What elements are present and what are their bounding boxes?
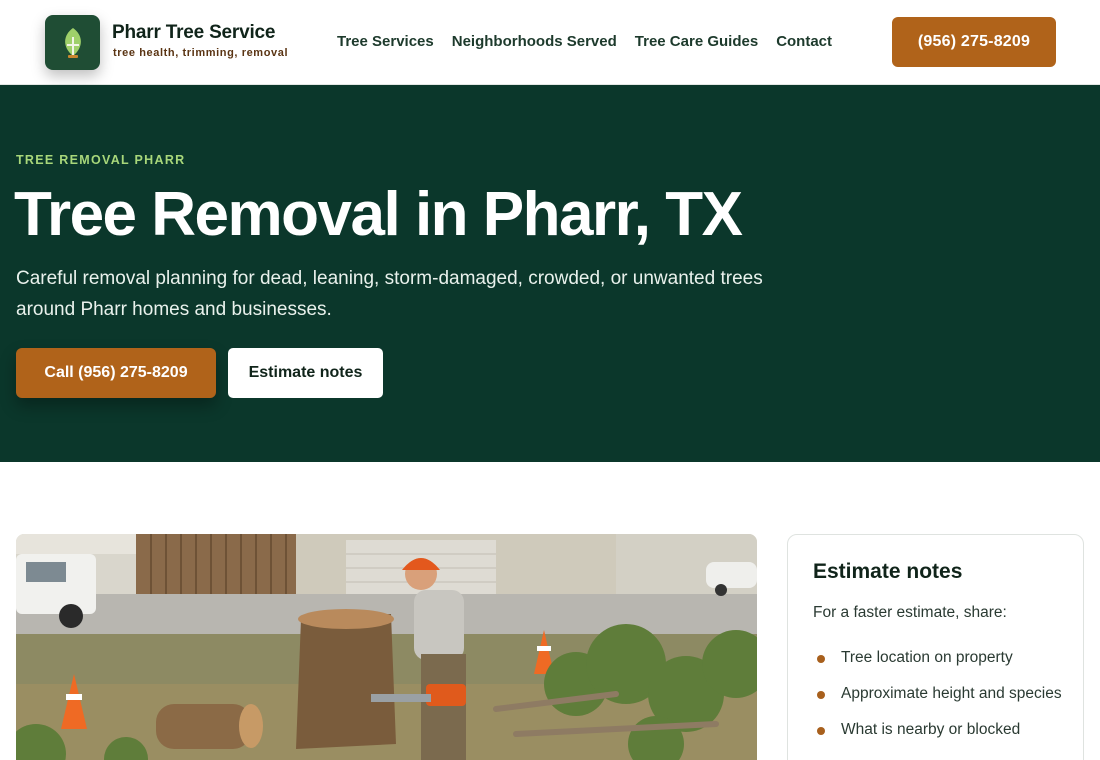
estimate-notes-title: Estimate notes <box>813 560 963 583</box>
bullet-icon <box>817 727 825 735</box>
list-item: Tree location on property <box>813 645 1063 670</box>
nav-tree-care-guides[interactable]: Tree Care Guides <box>635 33 758 50</box>
list-item: What is nearby or blocked <box>813 717 1063 742</box>
page-title: Tree Removal in Pharr, TX <box>14 180 743 249</box>
estimate-notes-intro: For a faster estimate, share: <box>813 604 1007 621</box>
list-item: Approximate height and species <box>813 681 1063 706</box>
main-nav: Tree Services Neighborhoods Served Tree … <box>337 33 832 50</box>
list-item-label: What is nearby or blocked <box>841 721 1021 738</box>
list-item-label: Approximate height and species <box>841 685 1062 702</box>
hero-eyebrow: TREE REMOVAL PHARR <box>16 153 186 167</box>
logo[interactable] <box>45 15 100 70</box>
brand-name[interactable]: Pharr Tree Service <box>112 22 275 44</box>
nav-neighborhoods-served[interactable]: Neighborhoods Served <box>452 33 617 50</box>
hero-section: TREE REMOVAL PHARR Tree Removal in Pharr… <box>0 85 1100 462</box>
estimate-notes-list: Tree location on property Approximate he… <box>813 645 1063 753</box>
estimate-notes-button[interactable]: Estimate notes <box>228 348 383 398</box>
nav-contact[interactable]: Contact <box>776 33 832 50</box>
estimate-notes-card: Estimate notes For a faster estimate, sh… <box>787 534 1084 760</box>
bullet-icon <box>817 655 825 663</box>
call-button[interactable]: Call (956) 275-8209 <box>16 348 216 398</box>
tree-removal-photo <box>16 534 757 760</box>
header-phone-button[interactable]: (956) 275-8209 <box>892 17 1056 67</box>
site-header: Pharr Tree Service tree health, trimming… <box>0 0 1100 85</box>
brand-tagline: tree health, trimming, removal <box>113 47 289 59</box>
nav-tree-services[interactable]: Tree Services <box>337 33 434 50</box>
list-item-label: Tree location on property <box>841 649 1013 666</box>
bullet-icon <box>817 691 825 699</box>
hero-subtitle: Careful removal planning for dead, leani… <box>16 268 763 320</box>
leaf-icon <box>64 27 81 58</box>
